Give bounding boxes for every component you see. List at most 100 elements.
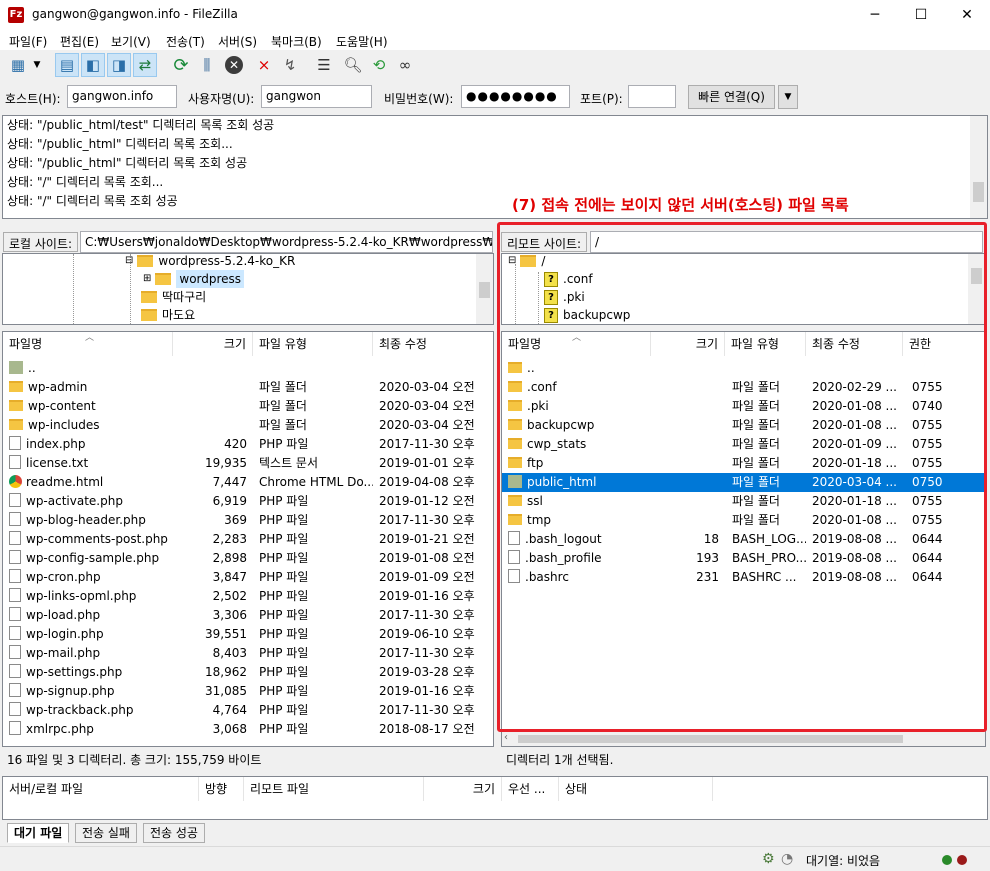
col-header-size[interactable]: 크기 (173, 332, 253, 356)
menu-edit[interactable]: 편집(E) (60, 33, 99, 50)
col-header-modified[interactable]: 최종 수정 (373, 332, 493, 356)
remote-site-path[interactable]: / (590, 231, 983, 253)
file-row[interactable]: .pki 파일 폴더 2020-01-08 ... 0740 (502, 397, 985, 416)
port-input[interactable] (628, 85, 676, 108)
file-row[interactable]: wp-links-opml.php 2,502 PHP 파일 2019-01-16 오… (3, 587, 493, 606)
file-row[interactable]: wp-config-sample.php 2,898 PHP 파일 2019-01-0… (3, 549, 493, 568)
disconnect-icon[interactable]: ⨯ (252, 53, 276, 77)
menu-file[interactable]: 파일(F) (9, 33, 47, 50)
user-input[interactable]: gangwon (261, 85, 372, 108)
toggle-remote-tree-icon[interactable]: ◨ (107, 53, 131, 77)
tree-node[interactable]: 딱따구리 (141, 288, 206, 306)
window-title: gangwon@gangwon.info - FileZilla (32, 7, 238, 21)
scroll-left-icon[interactable]: ‹ (504, 732, 508, 743)
quickconnect-dropdown[interactable]: ▼ (778, 85, 798, 109)
file-row[interactable]: wp-login.php 39,551 PHP 파일 2019-06-10 오후 ..… (3, 625, 493, 644)
file-row[interactable]: wp-load.php 3,306 PHP 파일 2017-11-30 오후 ... (3, 606, 493, 625)
queue-col-direction[interactable]: 방향 (199, 777, 244, 801)
file-row[interactable]: wp-content 파일 폴더 2020-03-04 오전 ... (3, 397, 493, 416)
tree-node[interactable]: ? .conf (544, 270, 593, 288)
log-scrollbar[interactable] (970, 116, 987, 218)
file-row[interactable]: .bashrc 231 BASHRC ... 2019-08-08 ... 0644 (502, 568, 985, 587)
file-row[interactable]: wp-settings.php 18,962 PHP 파일 2019-03-28 오후… (3, 663, 493, 682)
reconnect-icon[interactable]: ↯ (278, 53, 302, 77)
search-icon[interactable]: ∞ (393, 53, 417, 77)
file-row[interactable]: .. (502, 359, 985, 378)
file-row[interactable]: cwp_stats 파일 폴더 2020-01-09 ... 0755 (502, 435, 985, 454)
tree-node[interactable]: ? backupcwp (544, 306, 630, 324)
minimize-button[interactable]: ─ (852, 0, 898, 30)
queue-col-status[interactable]: 상태 (559, 777, 713, 801)
file-row[interactable]: ssl 파일 폴더 2020-01-18 ... 0755 (502, 492, 985, 511)
file-row[interactable]: wp-includes 파일 폴더 2020-03-04 오전 ... (3, 416, 493, 435)
col-header-permissions[interactable]: 권한 (903, 332, 985, 356)
tab-queued-files[interactable]: 대기 파일 (7, 823, 70, 843)
file-row[interactable]: readme.html 7,447 Chrome HTML Do... 2019-04… (3, 473, 493, 492)
refresh-icon[interactable]: ⟳ (169, 53, 193, 77)
file-row[interactable]: index.php 420 PHP 파일 2017-11-30 오후 ... (3, 435, 493, 454)
toggle-queue-icon[interactable]: ⇄ (133, 53, 157, 77)
menu-transfer[interactable]: 전송(T) (166, 33, 205, 50)
remote-hscrollbar[interactable]: ‹ (502, 732, 985, 746)
scroll-thumb[interactable] (479, 282, 490, 298)
site-manager-icon[interactable]: ▦ (6, 53, 30, 77)
menu-help[interactable]: 도움말(H) (336, 33, 388, 50)
tree-node[interactable]: 마도요 (141, 306, 195, 324)
file-row[interactable]: ftp 파일 폴더 2020-01-18 ... 0755 (502, 454, 985, 473)
tree-node-selected[interactable]: ⊞ wordpress (143, 270, 245, 288)
tree-node[interactable]: ⊟ / (508, 254, 545, 270)
queue-col-size[interactable]: 크기 (424, 777, 502, 801)
maximize-button[interactable]: ☐ (898, 0, 944, 30)
local-tree-scrollbar[interactable] (476, 254, 493, 324)
scroll-thumb[interactable] (971, 268, 982, 284)
queue-col-remote-file[interactable]: 리모트 파일 (244, 777, 424, 801)
filter-icon[interactable]: ☰ (312, 53, 336, 77)
file-row[interactable]: wp-cron.php 3,847 PHP 파일 2019-01-09 오전 ... (3, 568, 493, 587)
file-row[interactable]: .bash_profile 193 BASH_PRO... 2019-08-08 ..… (502, 549, 985, 568)
file-modified: 2019-01-16 오후 ... (379, 684, 477, 698)
queue-col-local-file[interactable]: 서버/로컬 파일 (3, 777, 199, 801)
file-row[interactable]: backupcwp 파일 폴더 2020-01-08 ... 0755 (502, 416, 985, 435)
password-input[interactable]: ●●●●●●●● (461, 85, 570, 108)
host-input[interactable]: gangwon.info (67, 85, 177, 108)
col-header-size[interactable]: 크기 (651, 332, 725, 356)
toggle-log-icon[interactable]: ▤ (55, 53, 79, 77)
cancel-icon[interactable]: ✕ (222, 53, 246, 77)
local-site-path[interactable]: C:₩Users₩jonaldo₩Desktop₩wordpress-5.2.4… (80, 231, 493, 253)
file-row[interactable]: xmlrpc.php 3,068 PHP 파일 2018-08-17 오전 ... (3, 720, 493, 739)
tab-failed-transfers[interactable]: 전송 실패 (75, 823, 137, 843)
remote-tree-scrollbar[interactable] (968, 254, 985, 324)
log-scroll-thumb[interactable] (973, 182, 984, 202)
col-header-type[interactable]: 파일 유형 (725, 332, 806, 356)
file-row[interactable]: .bash_logout 18 BASH_LOG... 2019-08-08 ... 0… (502, 530, 985, 549)
tab-successful-transfers[interactable]: 전송 성공 (143, 823, 205, 843)
tree-node[interactable]: ⊟ wordpress-5.2.4-ko_KR (125, 254, 295, 270)
col-header-type[interactable]: 파일 유형 (253, 332, 373, 356)
menu-server[interactable]: 서버(S) (218, 33, 257, 50)
file-row[interactable]: .conf 파일 폴더 2020-02-29 ... 0755 (502, 378, 985, 397)
file-row[interactable]: wp-admin 파일 폴더 2020-03-04 오전 ... (3, 378, 493, 397)
file-row[interactable]: wp-activate.php 6,919 PHP 파일 2019-01-12 오전 … (3, 492, 493, 511)
file-row[interactable]: wp-mail.php 8,403 PHP 파일 2017-11-30 오후 ... (3, 644, 493, 663)
close-button[interactable]: ✕ (944, 0, 990, 30)
menu-bookmarks[interactable]: 북마크(B) (271, 33, 322, 50)
file-row[interactable]: wp-blog-header.php 369 PHP 파일 2017-11-30 오후… (3, 511, 493, 530)
quickconnect-button[interactable]: 빠른 연결(Q) (688, 85, 775, 109)
file-row[interactable]: wp-trackback.php 4,764 PHP 파일 2017-11-30 오후… (3, 701, 493, 720)
dropdown-icon[interactable]: ▼ (30, 53, 44, 77)
tree-node[interactable]: ? .pki (544, 288, 585, 306)
queue-col-priority[interactable]: 우선 ... (502, 777, 559, 801)
col-header-modified[interactable]: 최종 수정 (806, 332, 903, 356)
file-row[interactable]: .. (3, 359, 493, 378)
process-queue-icon[interactable]: ⫼ (195, 53, 219, 77)
sync-browse-icon[interactable]: ⟲ (367, 53, 391, 77)
file-row[interactable]: wp-comments-post.php 2,283 PHP 파일 2019-01-2… (3, 530, 493, 549)
file-row-selected[interactable]: public_html 파일 폴더 2020-03-04 ... 0750 (502, 473, 985, 492)
file-row[interactable]: tmp 파일 폴더 2020-01-08 ... 0755 (502, 511, 985, 530)
file-row[interactable]: license.txt 19,935 텍스트 문서 2019-01-01 오후 ... (3, 454, 493, 473)
file-row[interactable]: wp-signup.php 31,085 PHP 파일 2019-01-16 오후 .… (3, 682, 493, 701)
menu-view[interactable]: 보기(V) (111, 33, 151, 50)
scroll-thumb[interactable] (518, 735, 903, 743)
toggle-local-tree-icon[interactable]: ◧ (81, 53, 105, 77)
compare-icon[interactable]: 🔍︎ (341, 53, 365, 77)
